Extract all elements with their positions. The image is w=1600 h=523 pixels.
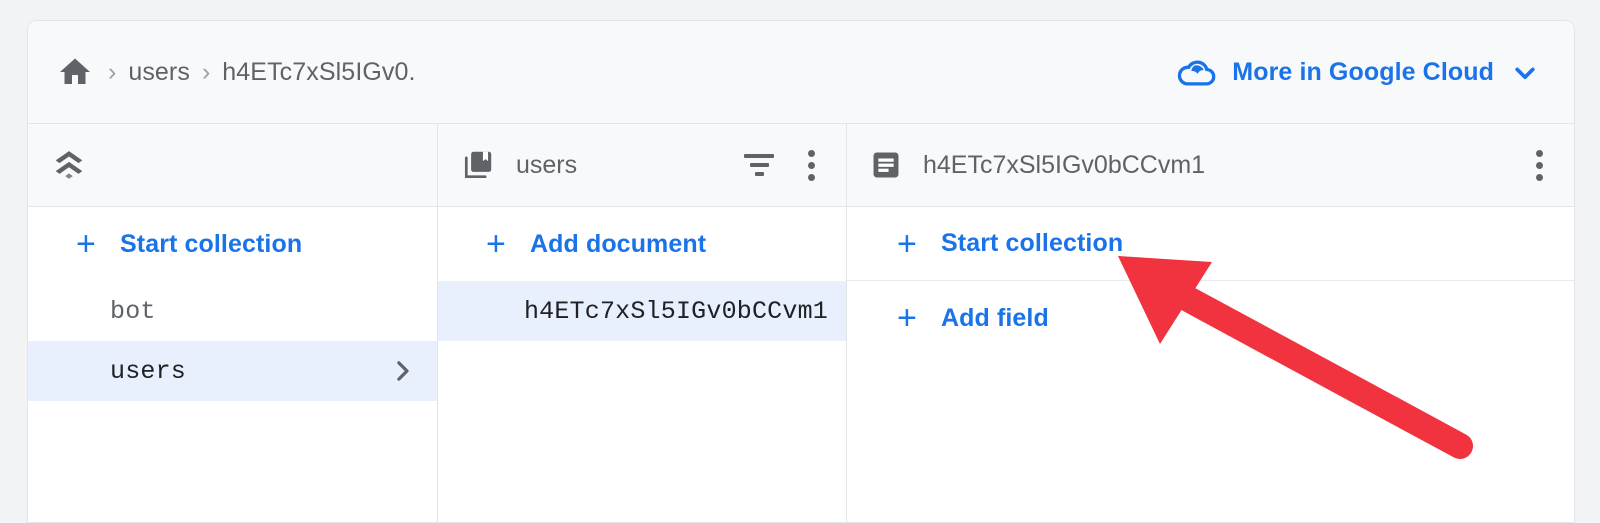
- home-icon[interactable]: [54, 51, 96, 93]
- fields-panel: h4ETc7xSl5IGv0bCCvm1 + Start collection …: [847, 124, 1574, 522]
- collection-list-item-users[interactable]: users: [28, 341, 437, 401]
- cloud-icon: [1176, 58, 1218, 88]
- plus-icon: +: [76, 225, 96, 263]
- more-in-google-cloud-label: More in Google Cloud: [1232, 58, 1494, 86]
- start-collection-button-fields[interactable]: + Start collection: [847, 207, 1574, 281]
- firestore-data-panel: › users › h4ETc7xSl5IGv0. More in Google…: [27, 20, 1575, 523]
- more-vert-icon-documents[interactable]: [798, 147, 824, 183]
- chevron-down-icon[interactable]: [1508, 56, 1542, 90]
- documents-panel: users + Add document h4ETc7xSl5IGv0bCCvm…: [438, 124, 847, 522]
- add-field-button[interactable]: + Add field: [847, 281, 1574, 355]
- plus-icon: +: [897, 224, 917, 263]
- document-id: h4ETc7xSl5IGv0bCCvm1: [523, 296, 828, 326]
- collections-panel-header: [28, 124, 437, 207]
- collections-panel: + Start collection bot users: [28, 124, 438, 522]
- breadcrumb-bar: › users › h4ETc7xSl5IGv0. More in Google…: [28, 21, 1574, 124]
- collection-list-item-bot[interactable]: bot: [28, 281, 437, 341]
- breadcrumb-separator-2: ›: [201, 57, 211, 86]
- firestore-database-icon: [50, 146, 88, 184]
- collection-icon: [460, 147, 496, 183]
- documents-header-actions: [742, 147, 824, 183]
- breadcrumb-item-document[interactable]: h4ETc7xSl5IGv0.: [222, 58, 415, 87]
- add-document-button[interactable]: + Add document: [438, 207, 846, 281]
- document-list-item[interactable]: h4ETc7xSl5IGv0bCCvm1: [438, 281, 846, 341]
- documents-panel-header: users: [438, 124, 846, 207]
- start-collection-button-collections[interactable]: + Start collection: [28, 207, 437, 281]
- collection-name: users: [110, 356, 187, 386]
- more-vert-icon-fields[interactable]: [1526, 147, 1552, 183]
- documents-panel-title: users: [516, 150, 578, 179]
- plus-icon: +: [897, 299, 917, 337]
- filter-icon[interactable]: [742, 150, 776, 180]
- more-in-google-cloud-button[interactable]: More in Google Cloud: [1176, 21, 1546, 124]
- collection-name: bot: [110, 296, 156, 326]
- plus-icon: +: [486, 225, 506, 263]
- start-collection-label: Start collection: [941, 229, 1124, 257]
- breadcrumb: › users › h4ETc7xSl5IGv0.: [28, 51, 416, 93]
- document-icon: [869, 148, 903, 182]
- start-collection-label: Start collection: [120, 229, 303, 258]
- add-document-label: Add document: [530, 229, 707, 258]
- add-field-label: Add field: [941, 303, 1049, 332]
- breadcrumb-separator-1: ›: [108, 57, 117, 86]
- fields-panel-header: h4ETc7xSl5IGv0bCCvm1: [847, 124, 1574, 207]
- chevron-right-icon: [387, 356, 417, 386]
- fields-panel-title: h4ETc7xSl5IGv0bCCvm1: [923, 150, 1206, 179]
- breadcrumb-item-users[interactable]: users: [128, 58, 190, 87]
- panels-container: + Start collection bot users users + Add…: [28, 124, 1574, 522]
